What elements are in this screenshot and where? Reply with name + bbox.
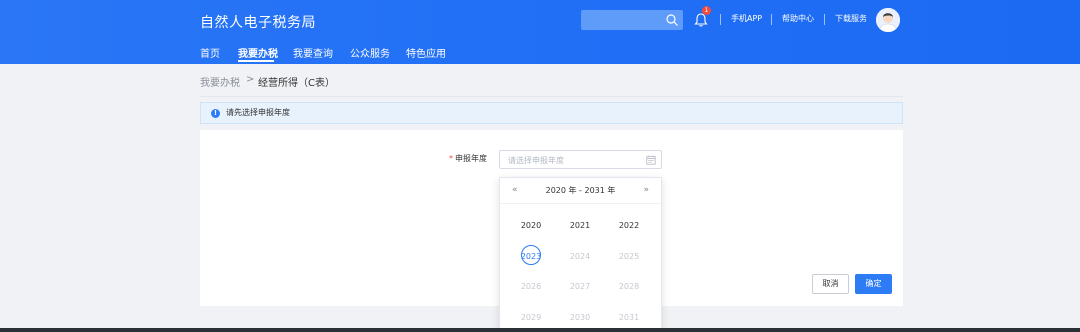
required-mark: * [449,154,453,163]
year-field-label: * 申报年度 [449,153,487,164]
year-cell: 2031 [618,313,640,322]
notification-badge: 1 [702,6,711,15]
nav-query[interactable]: 我要查询 [293,45,333,60]
breadcrumb-current: 经营所得（C表） [258,78,335,89]
year-cell: 2027 [569,282,591,291]
year-cell: 2024 [569,252,591,261]
cancel-button[interactable]: 取消 [812,274,849,294]
header-divider [771,14,772,25]
year-picker-header: « 2020 年 - 2031 年 » [500,178,661,204]
nav-public-service[interactable]: 公众服务 [350,45,390,60]
year-cell[interactable]: 2022 [609,221,649,230]
top-header: 自然人电子税务局 1 手机APP 帮助中心 下载服务 首页 我要办税 我要查询 … [0,0,1080,64]
download-service-link[interactable]: 下载服务 [835,13,867,24]
year-range-title: 2020 年 - 2031 年 [545,186,616,195]
year-cell: 2028 [618,282,640,291]
year-cell: 2025 [618,252,640,261]
search-input[interactable] [581,10,683,30]
help-center-link[interactable]: 帮助中心 [782,13,814,24]
nav-active-indicator [238,60,274,62]
year-label-text: 申报年度 [455,154,487,163]
mobile-app-link[interactable]: 手机APP [731,13,762,24]
breadcrumb-separator: > [246,74,255,85]
site-title[interactable]: 自然人电子税务局 [200,12,316,32]
breadcrumb-parent[interactable]: 我要办税 [200,74,240,89]
search-icon[interactable] [665,13,679,27]
calendar-icon[interactable] [646,155,656,165]
header-divider [720,14,721,25]
nav-tax-handling[interactable]: 我要办税 [238,45,278,60]
year-cell[interactable]: 2023 [511,252,551,261]
year-select-input[interactable]: 请选择申报年度 [499,150,662,169]
year-cell: 2030 [569,313,591,322]
nav-special-apps[interactable]: 特色应用 [406,45,446,60]
info-icon: ! [211,109,220,118]
next-decade-button[interactable]: » [643,185,649,195]
alert-message: 请先选择申报年度 [226,108,290,117]
year-cell: 2026 [520,282,542,291]
user-avatar[interactable] [876,8,900,32]
nav-home[interactable]: 首页 [200,45,220,60]
header-divider [824,14,825,25]
year-cell: 2029 [520,313,542,322]
avatar-icon [876,8,900,32]
year-cell[interactable]: 2020 [511,221,551,230]
info-alert: ! 请先选择申报年度 [200,102,903,124]
year-cell[interactable]: 2021 [560,221,600,230]
confirm-button[interactable]: 确定 [855,274,892,294]
page-footer-edge [0,328,1080,332]
breadcrumb-divider [200,96,903,97]
year-input-placeholder: 请选择申报年度 [508,156,564,165]
